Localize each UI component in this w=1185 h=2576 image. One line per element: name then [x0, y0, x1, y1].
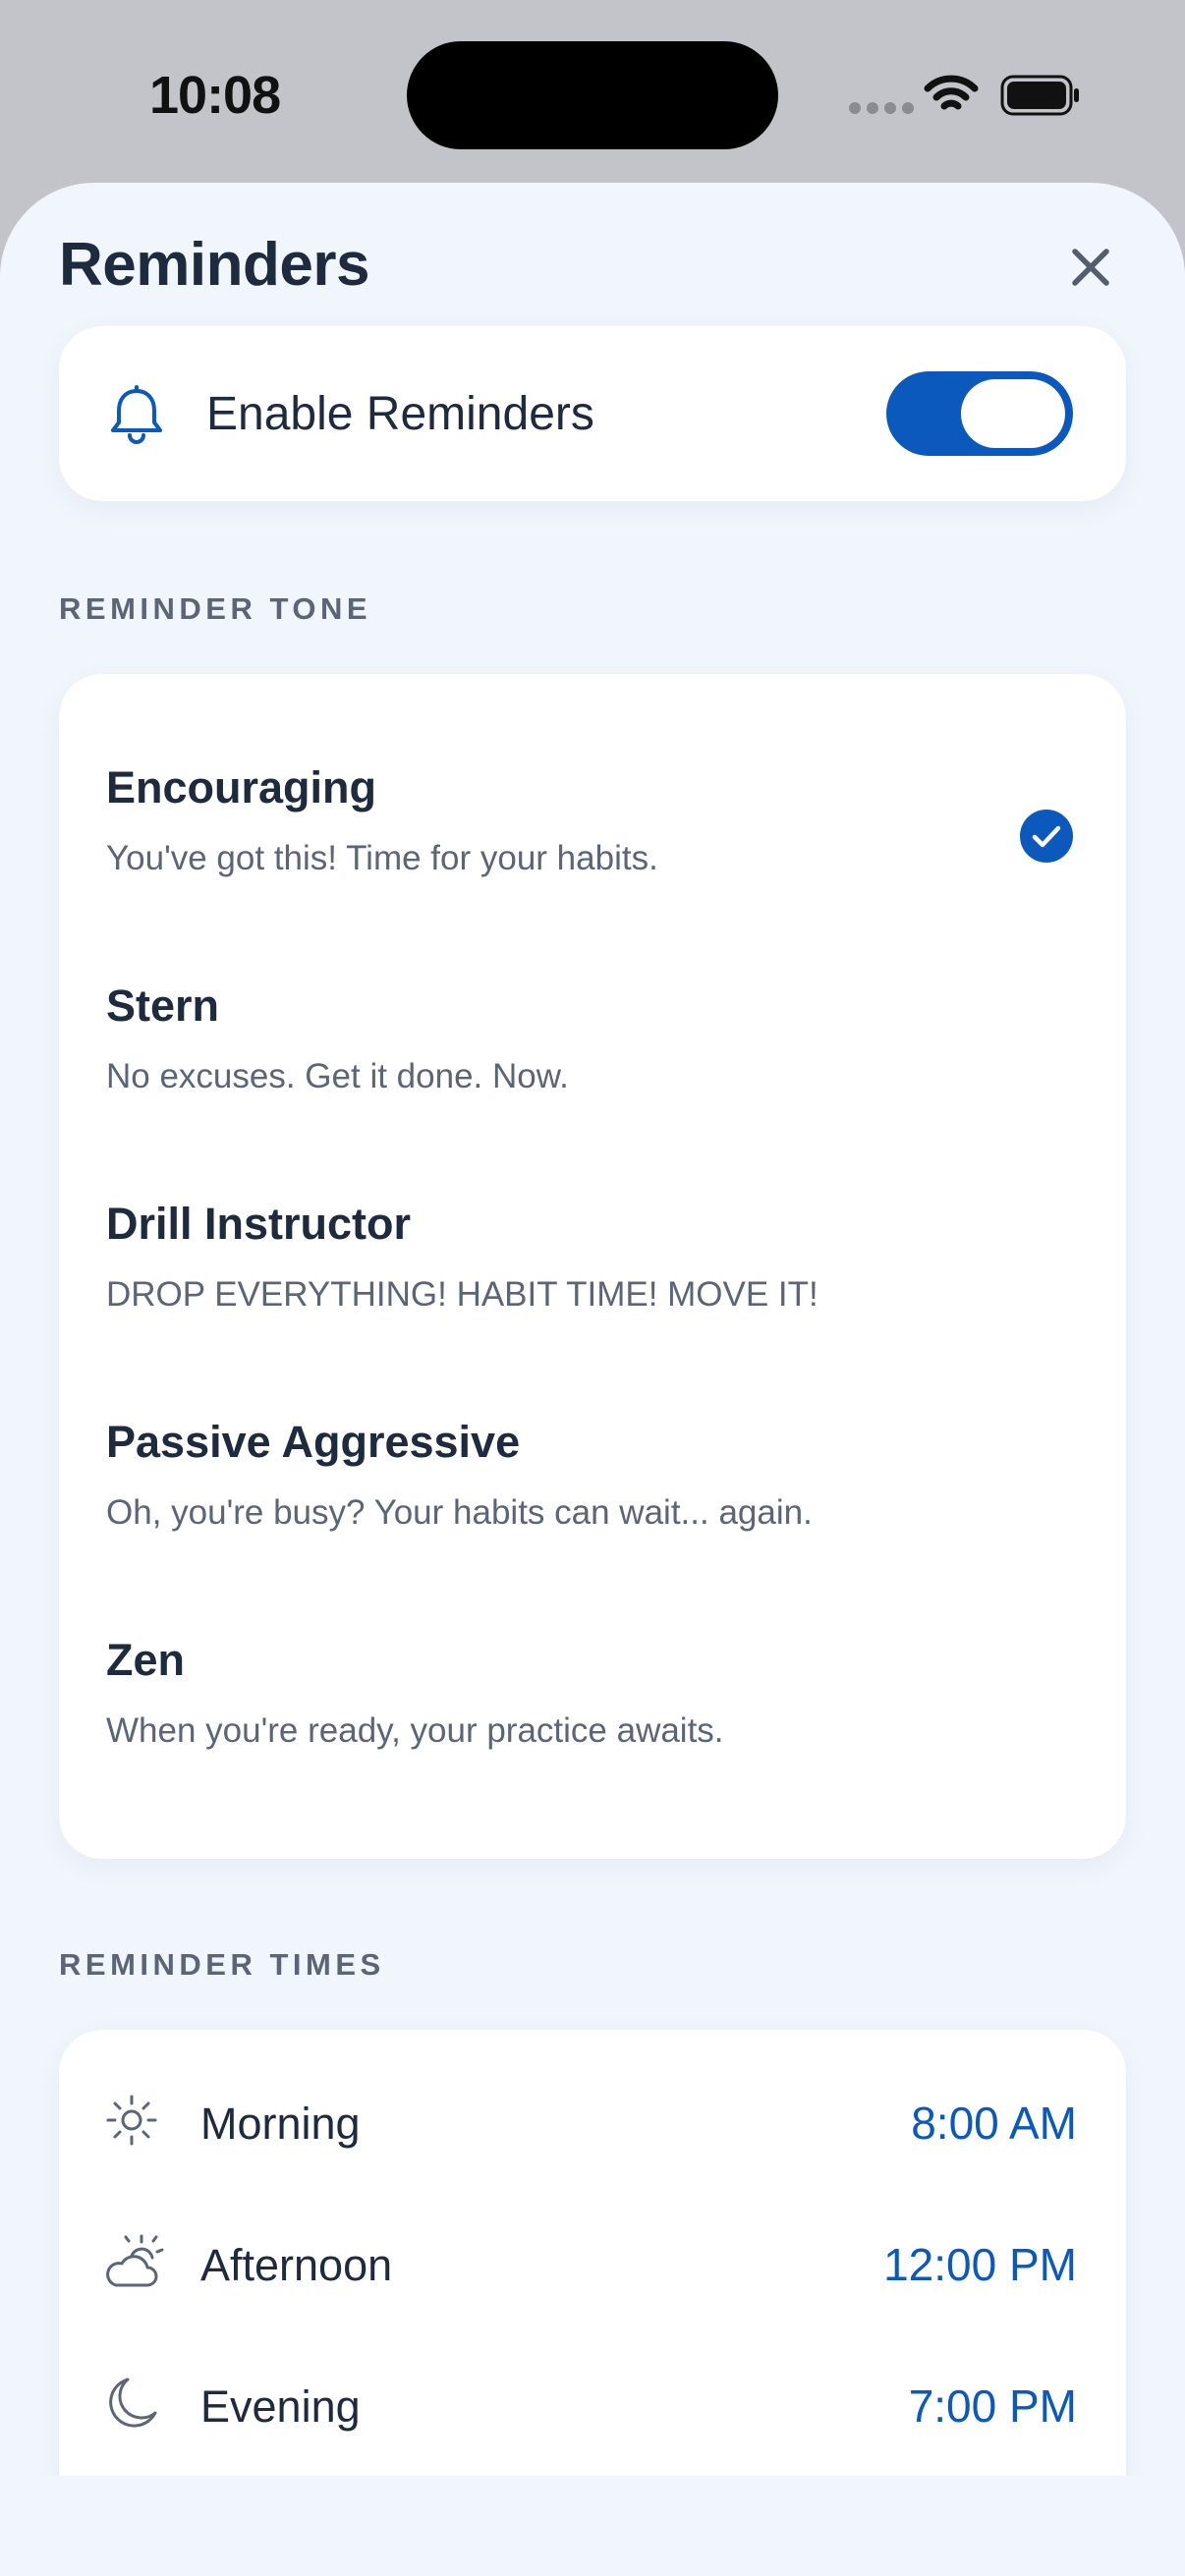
tone-name: Zen [106, 1635, 186, 1685]
reminder-tone-heading: REMINDER TONE [59, 591, 372, 626]
time-row-afternoon[interactable]: Afternoon 12:00 PM [59, 2191, 1126, 2332]
tone-option-encouraging[interactable]: Encouraging You've got this! Time for yo… [59, 717, 1126, 935]
page-title: Reminders [59, 231, 369, 299]
tone-option-stern[interactable]: Stern No excuses. Get it done. Now. [59, 935, 1126, 1153]
tone-option-passive-aggressive[interactable]: Passive Aggressive Oh, you're busy? Your… [59, 1372, 1126, 1590]
reminders-sheet: Reminders Enable Reminders REMINDER TONE… [0, 183, 1185, 2576]
tone-description: No excuses. Get it done. Now. [106, 1057, 569, 1095]
close-icon [1072, 249, 1109, 286]
toggle-knob [961, 379, 1065, 448]
tone-description: You've got this! Time for your habits. [106, 839, 658, 877]
time-value[interactable]: 7:00 PM [909, 2380, 1077, 2433]
status-time: 10:08 [149, 66, 281, 125]
tone-name: Drill Instructor [106, 1199, 412, 1249]
tone-name: Passive Aggressive [106, 1417, 521, 1467]
time-row-evening[interactable]: Evening 7:00 PM [59, 2332, 1126, 2474]
dynamic-island [407, 41, 778, 149]
moon-icon [109, 2378, 157, 2428]
checkmark-circle-icon [1020, 810, 1073, 863]
tone-description: Oh, you're busy? Your habits can wait...… [106, 1493, 813, 1532]
reminder-tone-card: Encouraging You've got this! Time for yo… [59, 674, 1126, 1859]
tone-name: Stern [106, 980, 220, 1031]
tone-option-zen[interactable]: Zen When you're ready, your practice awa… [59, 1590, 1126, 1808]
tone-name: Encouraging [106, 762, 377, 812]
enable-reminders-label: Enable Reminders [206, 388, 594, 440]
tone-option-drill-instructor[interactable]: Drill Instructor DROP EVERYTHING! HABIT … [59, 1153, 1126, 1372]
wifi-icon [924, 75, 979, 110]
time-value[interactable]: 12:00 PM [883, 2238, 1077, 2291]
reminder-times-heading: REMINDER TIMES [59, 1947, 385, 1982]
time-label: Morning [200, 2099, 361, 2149]
time-label: Afternoon [200, 2240, 393, 2290]
tone-description: DROP EVERYTHING! HABIT TIME! MOVE IT! [106, 1275, 818, 1314]
close-button[interactable] [1061, 238, 1120, 297]
enable-reminders-card: Enable Reminders [59, 326, 1126, 501]
status-bar: 10:08 [0, 0, 1185, 187]
bottom-safe-area [0, 2476, 1185, 2576]
cellular-signal-icon [849, 102, 914, 114]
battery-icon [1000, 75, 1079, 116]
bell-icon [111, 385, 162, 444]
time-label: Evening [200, 2381, 361, 2432]
partly-cloudy-icon [106, 2234, 164, 2287]
sun-icon [106, 2095, 157, 2146]
time-value[interactable]: 8:00 AM [911, 2097, 1077, 2150]
time-row-morning[interactable]: Morning 8:00 AM [59, 2049, 1126, 2191]
tone-description: When you're ready, your practice awaits. [106, 1711, 724, 1750]
enable-reminders-toggle[interactable] [886, 371, 1073, 456]
